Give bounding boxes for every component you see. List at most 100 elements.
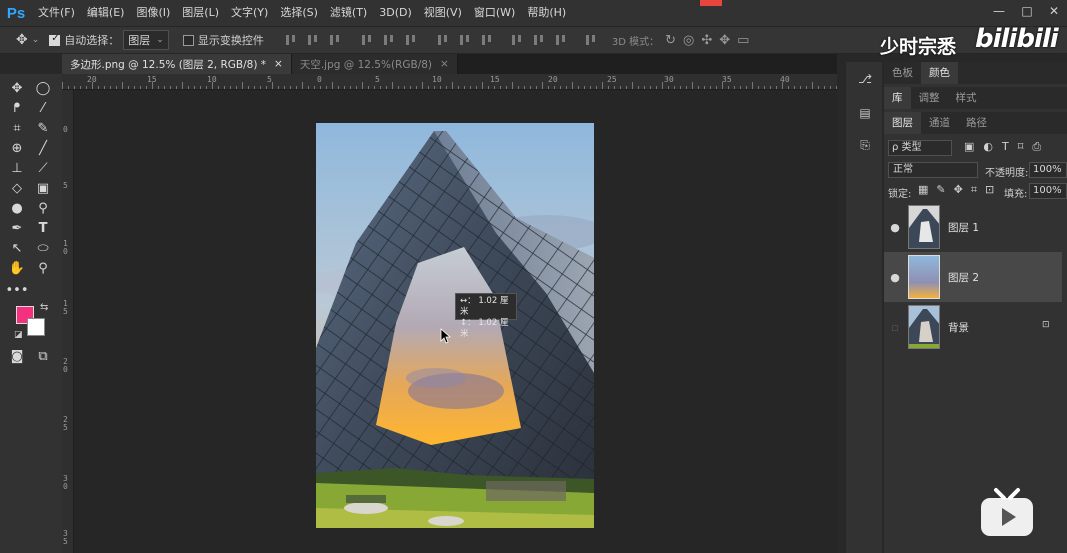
eye-icon[interactable]: ● bbox=[884, 271, 906, 284]
show-transform-checkbox[interactable]: 显示变换控件 bbox=[182, 32, 264, 48]
eye-hidden-icon[interactable]: ▫ bbox=[884, 321, 906, 334]
history-panel-icon[interactable]: ⎇ bbox=[856, 70, 874, 88]
tool-preset-chevron-icon[interactable]: ⌄ bbox=[32, 35, 40, 45]
menu-help[interactable]: 帮助(H) bbox=[521, 0, 572, 26]
align-right-icon[interactable] bbox=[403, 32, 419, 48]
blend-mode-dropdown[interactable]: 正常 bbox=[888, 162, 978, 178]
more-tools-icon[interactable]: ••• bbox=[6, 280, 29, 300]
3d-orbit-icon[interactable]: ↻ bbox=[665, 33, 676, 48]
clone-stamp-icon[interactable]: ⊥ bbox=[6, 158, 28, 178]
opacity-input[interactable]: 100% bbox=[1029, 162, 1067, 178]
menu-edit[interactable]: 编辑(E) bbox=[81, 0, 131, 26]
healing-brush-icon[interactable]: ⊕ bbox=[6, 138, 28, 158]
crop-icon[interactable]: ⌗ bbox=[6, 118, 28, 138]
pen-icon[interactable]: ✒ bbox=[6, 218, 28, 238]
pixel-filter-icon[interactable]: ▣ bbox=[964, 140, 974, 154]
distribute-left-icon[interactable] bbox=[509, 32, 525, 48]
tab-adjustments[interactable]: 调整 bbox=[911, 87, 948, 109]
eyedropper-icon[interactable]: ✎ bbox=[32, 118, 54, 138]
move-tool-icon[interactable]: ✥ bbox=[16, 32, 28, 48]
lock-position-icon[interactable]: ✥ bbox=[954, 183, 963, 197]
distribute-bottom-icon[interactable] bbox=[479, 32, 495, 48]
tab-styles[interactable]: 样式 bbox=[948, 87, 985, 109]
document-image[interactable] bbox=[316, 123, 594, 528]
properties-panel-icon[interactable]: ▤ bbox=[856, 104, 874, 122]
layer-name[interactable]: 图层 2 bbox=[948, 270, 979, 285]
3d-roll-icon[interactable]: ◎ bbox=[683, 33, 694, 48]
lock-artboard-icon[interactable]: ⌗ bbox=[971, 183, 977, 197]
move-tool-icon[interactable]: ✥ bbox=[6, 78, 28, 98]
magic-wand-icon[interactable]: ⁄ bbox=[32, 98, 54, 118]
layer-row-1[interactable]: ● 图层 1 bbox=[884, 202, 1062, 252]
3d-scale-icon[interactable]: ▭ bbox=[737, 33, 749, 48]
distribute-top-icon[interactable] bbox=[435, 32, 451, 48]
align-bottom-icon[interactable] bbox=[327, 32, 343, 48]
path-selection-icon[interactable]: ↖ bbox=[6, 238, 28, 258]
window-maximize-button[interactable]: □ bbox=[1013, 0, 1041, 22]
lasso-icon[interactable]: ᖰ bbox=[6, 98, 28, 118]
auto-align-icon[interactable] bbox=[583, 32, 599, 48]
brush-icon[interactable]: ╱ bbox=[32, 138, 54, 158]
gradient-icon[interactable]: ▣ bbox=[32, 178, 54, 198]
tab-libraries[interactable]: 库 bbox=[884, 87, 911, 109]
adjustment-filter-icon[interactable]: ◐ bbox=[983, 140, 993, 154]
menu-image[interactable]: 图像(I) bbox=[130, 0, 176, 26]
shape-filter-icon[interactable]: ⌑ bbox=[1018, 140, 1024, 154]
align-left-icon[interactable] bbox=[359, 32, 375, 48]
background-color-swatch[interactable] bbox=[27, 318, 45, 336]
quick-mask-icon[interactable]: ◙ bbox=[6, 346, 28, 366]
layer-name[interactable]: 图层 1 bbox=[948, 220, 979, 235]
auto-select-dropdown[interactable]: 图层 ⌄ bbox=[123, 30, 169, 50]
tab-swatches[interactable]: 色板 bbox=[884, 62, 921, 84]
menu-filter[interactable]: 滤镜(T) bbox=[324, 0, 373, 26]
tab-close-icon[interactable]: × bbox=[440, 58, 449, 70]
layer-filter-dropdown[interactable]: ρ 类型 bbox=[888, 140, 952, 156]
tab-sky-jpg[interactable]: 天空.jpg @ 12.5%(RGB/8) × bbox=[291, 54, 458, 74]
menu-window[interactable]: 窗口(W) bbox=[468, 0, 521, 26]
align-hcenter-icon[interactable] bbox=[381, 32, 397, 48]
3d-slide-icon[interactable]: ✥ bbox=[719, 33, 730, 48]
layer-row-background[interactable]: ▫ 背景 ⊡ bbox=[884, 302, 1062, 352]
distribute-vcenter-icon[interactable] bbox=[457, 32, 473, 48]
auto-select-checkbox[interactable]: 自动选择： bbox=[49, 32, 119, 48]
hand-icon[interactable]: ✋ bbox=[6, 258, 28, 278]
type-icon[interactable]: T bbox=[32, 218, 54, 238]
blur-icon[interactable]: ● bbox=[6, 198, 28, 218]
menu-view[interactable]: 视图(V) bbox=[418, 0, 468, 26]
tab-polygon-png[interactable]: 多边形.png @ 12.5% (图层 2, RGB/8) * × bbox=[62, 54, 292, 74]
lock-transparent-icon[interactable]: ▦ bbox=[918, 183, 928, 197]
fill-input[interactable]: 100% bbox=[1029, 183, 1067, 199]
adjustments-panel-icon[interactable]: ⎘ bbox=[856, 136, 874, 154]
align-vcenter-icon[interactable] bbox=[305, 32, 321, 48]
layer-row-2[interactable]: ● 图层 2 bbox=[884, 252, 1062, 302]
align-top-icon[interactable] bbox=[283, 32, 299, 48]
distribute-hcenter-icon[interactable] bbox=[531, 32, 547, 48]
window-minimize-button[interactable]: — bbox=[985, 0, 1013, 22]
menu-file[interactable]: 文件(F) bbox=[32, 0, 81, 26]
menu-select[interactable]: 选择(S) bbox=[274, 0, 324, 26]
menu-layer[interactable]: 图层(L) bbox=[176, 0, 225, 26]
distribute-right-icon[interactable] bbox=[553, 32, 569, 48]
eraser-icon[interactable]: ◇ bbox=[6, 178, 28, 198]
3d-pan-icon[interactable]: ✣ bbox=[701, 33, 712, 48]
menu-3d[interactable]: 3D(D) bbox=[373, 0, 418, 26]
smartobject-filter-icon[interactable]: ⎙ bbox=[1032, 140, 1041, 154]
shape-ellipse-icon[interactable]: ⬭ bbox=[32, 238, 54, 258]
tab-layers[interactable]: 图层 bbox=[884, 112, 921, 134]
tab-paths[interactable]: 路径 bbox=[958, 112, 995, 134]
lock-paint-icon[interactable]: ✎ bbox=[936, 183, 945, 197]
swap-colors-icon[interactable]: ⇆ bbox=[40, 302, 48, 313]
lock-all-icon[interactable]: ⊡ bbox=[985, 183, 994, 197]
type-filter-icon[interactable]: T bbox=[1002, 140, 1009, 154]
eye-icon[interactable]: ● bbox=[884, 221, 906, 234]
dodge-icon[interactable]: ⚲ bbox=[32, 198, 54, 218]
history-brush-icon[interactable]: ⟋ bbox=[32, 158, 54, 178]
ellipse-marquee-icon[interactable]: ◯ bbox=[32, 78, 54, 98]
window-close-button[interactable]: ✕ bbox=[1041, 0, 1067, 22]
tab-channels[interactable]: 通道 bbox=[921, 112, 958, 134]
zoom-icon[interactable]: ⚲ bbox=[32, 258, 54, 278]
default-colors-icon[interactable]: ◪ bbox=[14, 330, 23, 340]
canvas-area[interactable]: ↔： 1.02 厘米 ↕： 1.02 厘米 bbox=[74, 90, 837, 553]
screen-mode-icon[interactable]: ⧉ bbox=[32, 346, 54, 366]
layer-name[interactable]: 背景 bbox=[948, 320, 969, 335]
